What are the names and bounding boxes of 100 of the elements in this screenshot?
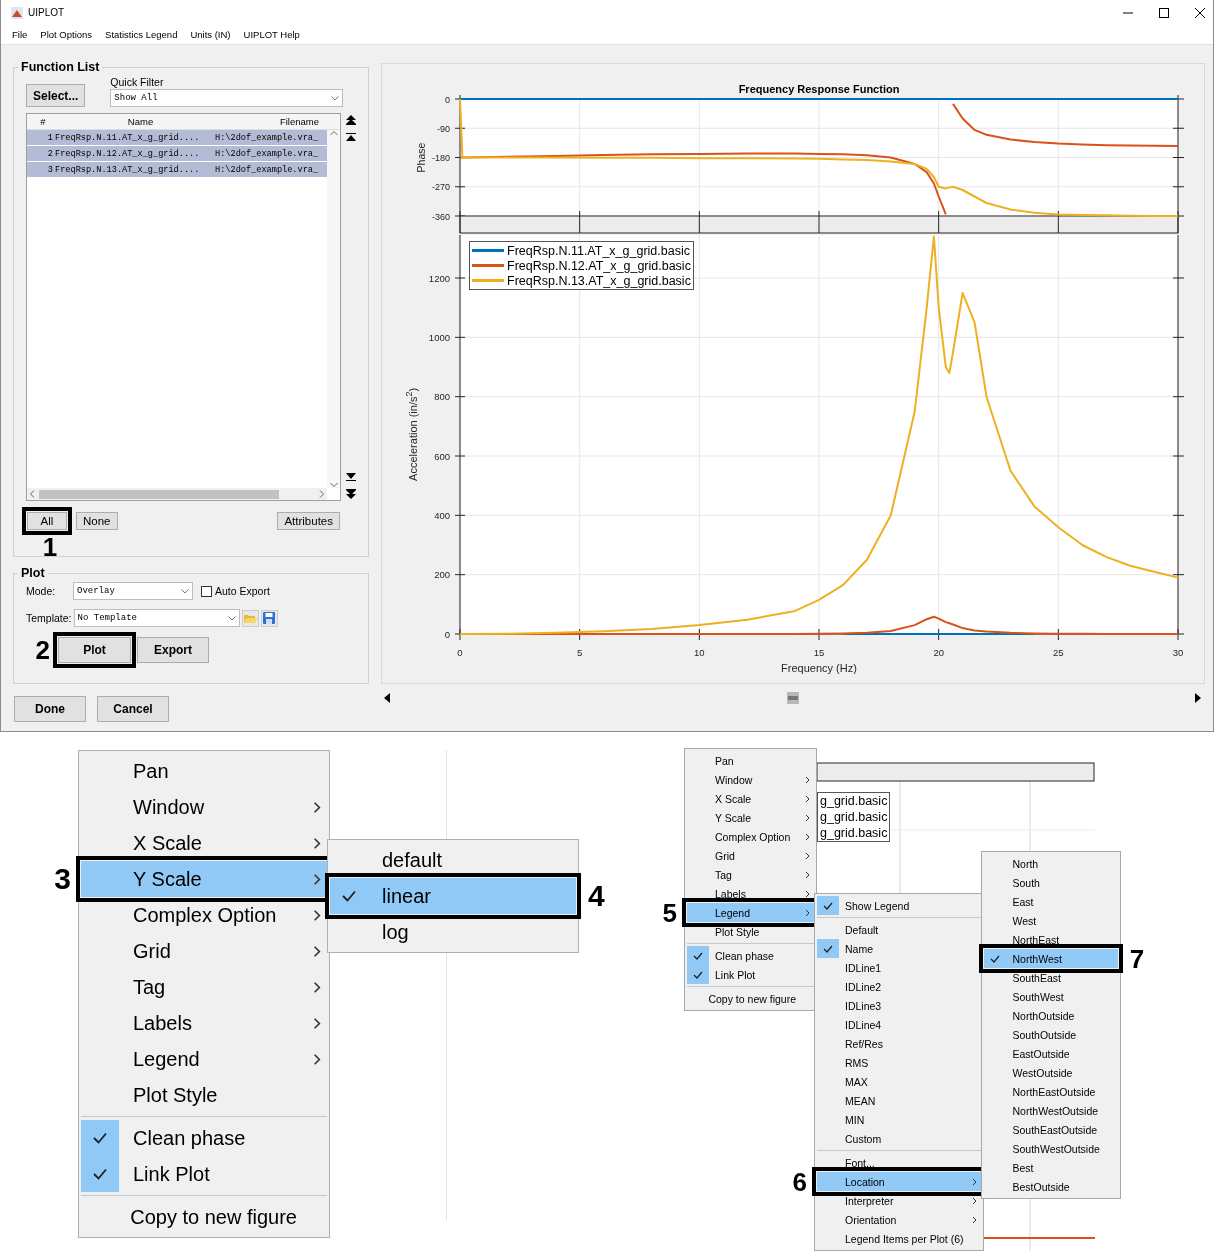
scroll-left-icon[interactable] <box>382 691 392 705</box>
move-down-icon[interactable] <box>346 472 356 482</box>
tick-label: 15 <box>813 647 825 658</box>
menu-item[interactable]: Clean phase <box>81 1120 327 1156</box>
menu-item[interactable]: Labels <box>81 1005 327 1041</box>
menu-item[interactable]: SouthOutside <box>984 1025 1118 1044</box>
menu-item[interactable]: Best <box>984 1158 1118 1177</box>
menu-item[interactable]: South <box>984 873 1118 892</box>
check-icon <box>92 1132 108 1144</box>
menu-item[interactable]: North <box>984 854 1118 873</box>
none-button[interactable]: None <box>76 512 118 530</box>
menu-item[interactable]: Y Scale <box>687 808 814 827</box>
menu-bar-item[interactable]: File <box>12 29 28 40</box>
menu-item[interactable]: Orientation <box>817 1210 982 1229</box>
menu-item[interactable]: Pan <box>687 751 814 770</box>
menu-item[interactable]: East <box>984 892 1118 911</box>
callout-number: 5 <box>662 899 677 926</box>
menu-bar-item[interactable]: Units (IN) <box>190 29 231 40</box>
menu-item[interactable]: West <box>984 911 1118 930</box>
menu-item[interactable]: IDLine2 <box>817 977 982 996</box>
menu-item[interactable]: Plot Style <box>81 1077 327 1113</box>
menu-item[interactable]: Window <box>81 789 327 825</box>
menu-item[interactable]: X Scale <box>81 825 327 861</box>
menu-item[interactable]: Copy to new figure <box>687 989 814 1008</box>
menu-item[interactable]: NorthEast <box>984 930 1118 949</box>
attributes-button[interactable]: Attributes <box>277 512 340 530</box>
maximize-icon[interactable] <box>1159 7 1169 18</box>
select-button[interactable]: Select... <box>26 84 86 107</box>
menu-item[interactable]: Grid <box>687 846 814 865</box>
menu-item[interactable]: X Scale <box>687 789 814 808</box>
menu-item[interactable]: IDLine1 <box>817 958 982 977</box>
menu-item[interactable]: Interpreter <box>817 1191 982 1210</box>
menu-item[interactable]: Pan <box>81 753 327 789</box>
menu-item[interactable]: Complex Option <box>81 897 327 933</box>
menu-item[interactable]: EastOutside <box>984 1044 1118 1063</box>
mode-dropdown[interactable]: Overlay <box>73 582 193 600</box>
scrollbar-thumb[interactable] <box>786 692 799 704</box>
menu-item[interactable]: Tag <box>81 969 327 1005</box>
menu-item[interactable]: BestOutside <box>984 1177 1118 1196</box>
scrollbar-thumb[interactable] <box>39 489 279 499</box>
menu-item[interactable]: Custom <box>817 1129 982 1148</box>
menu-bar-item[interactable]: Statistics Legend <box>105 29 178 40</box>
menu-item[interactable]: Complex Option <box>687 827 814 846</box>
tick-label: 0 <box>457 647 463 658</box>
menu-item[interactable]: MIN <box>817 1110 982 1129</box>
move-up-icon[interactable] <box>346 132 356 142</box>
menu-item[interactable]: Labels <box>687 884 814 903</box>
menu-item[interactable]: Default <box>817 920 982 939</box>
menu-item[interactable]: IDLine3 <box>817 996 982 1015</box>
menu-item[interactable]: SouthEastOutside <box>984 1120 1118 1139</box>
tick-label: 10 <box>694 647 705 658</box>
menu-item[interactable]: WestOutside <box>984 1063 1118 1082</box>
move-bottom-icon[interactable] <box>346 489 356 499</box>
menu-item[interactable]: Window <box>687 770 814 789</box>
menu-item[interactable]: SouthWest <box>984 987 1118 1006</box>
table-row[interactable]: 1 FreqRsp.N.11.AT_x_g_grid.... H:\2dof_example.vra_ <box>27 130 327 146</box>
menu-item[interactable]: NorthOutside <box>984 1006 1118 1025</box>
legend-label: g_grid.basic <box>820 793 888 809</box>
dialog-button[interactable]: Done <box>14 696 86 722</box>
quick-filter-dropdown[interactable]: Show All <box>110 89 344 107</box>
chevron-right-icon <box>805 908 810 917</box>
menu-item[interactable]: Ref/Res <box>817 1034 982 1053</box>
menu-item[interactable]: IDLine4 <box>817 1015 982 1034</box>
menu-bar-item[interactable]: UIPLOT Help <box>243 29 300 40</box>
tick-label: 25 <box>1053 647 1064 658</box>
menu-item[interactable]: Link Plot <box>81 1156 327 1192</box>
menu-item[interactable]: Link Plot <box>687 965 814 984</box>
menu-item[interactable]: NorthEastOutside <box>984 1082 1118 1101</box>
dialog-button[interactable]: Cancel <box>97 696 169 722</box>
menu-bar-item[interactable]: Plot Options <box>40 29 93 40</box>
menu-item[interactable]: default <box>330 842 576 878</box>
menu-item[interactable]: MEAN <box>817 1091 982 1110</box>
scroll-right-icon[interactable] <box>1193 691 1203 705</box>
menu-item[interactable]: NorthWestOutside <box>984 1101 1118 1120</box>
menu-item[interactable]: Tag <box>687 865 814 884</box>
menu-item[interactable]: RMS <box>817 1053 982 1072</box>
menu-item[interactable]: Legend <box>81 1041 327 1077</box>
table-row[interactable]: 2 FreqRsp.N.12.AT_x_g_grid.... H:\2dof_example.vra_ <box>27 146 327 162</box>
menu-item[interactable]: log <box>330 914 576 950</box>
checkbox[interactable] <box>201 585 212 597</box>
menu-item[interactable]: Plot Style <box>687 922 814 941</box>
move-top-icon[interactable] <box>346 115 356 125</box>
menu-item[interactable]: Legend Items per Plot (6) <box>817 1229 982 1248</box>
save-icon[interactable] <box>260 609 278 627</box>
close-icon[interactable] <box>1195 7 1205 18</box>
menu-item[interactable]: MAX <box>817 1072 982 1091</box>
menu-item[interactable]: Show Legend <box>817 896 982 915</box>
menu-item[interactable]: SouthEast <box>984 968 1118 987</box>
table-row[interactable]: 3 FreqRsp.N.13.AT_x_g_grid.... H:\2dof_example.vra_ <box>27 162 327 178</box>
menu-item[interactable]: Font... <box>817 1153 982 1172</box>
template-dropdown[interactable]: No Template <box>73 609 240 627</box>
menu-item[interactable]: Copy to new figure <box>81 1199 327 1235</box>
export-button[interactable]: Export <box>137 637 209 663</box>
menu-item[interactable]: Name <box>817 939 982 958</box>
menu-item[interactable]: Clean phase <box>687 946 814 965</box>
chevron-right-icon <box>313 1052 321 1066</box>
tick-label: 30 <box>1172 647 1184 658</box>
menu-item[interactable]: SouthWestOutside <box>984 1139 1118 1158</box>
chart-title: Frequency Response Function <box>738 83 900 95</box>
menu-item[interactable]: Grid <box>81 933 327 969</box>
